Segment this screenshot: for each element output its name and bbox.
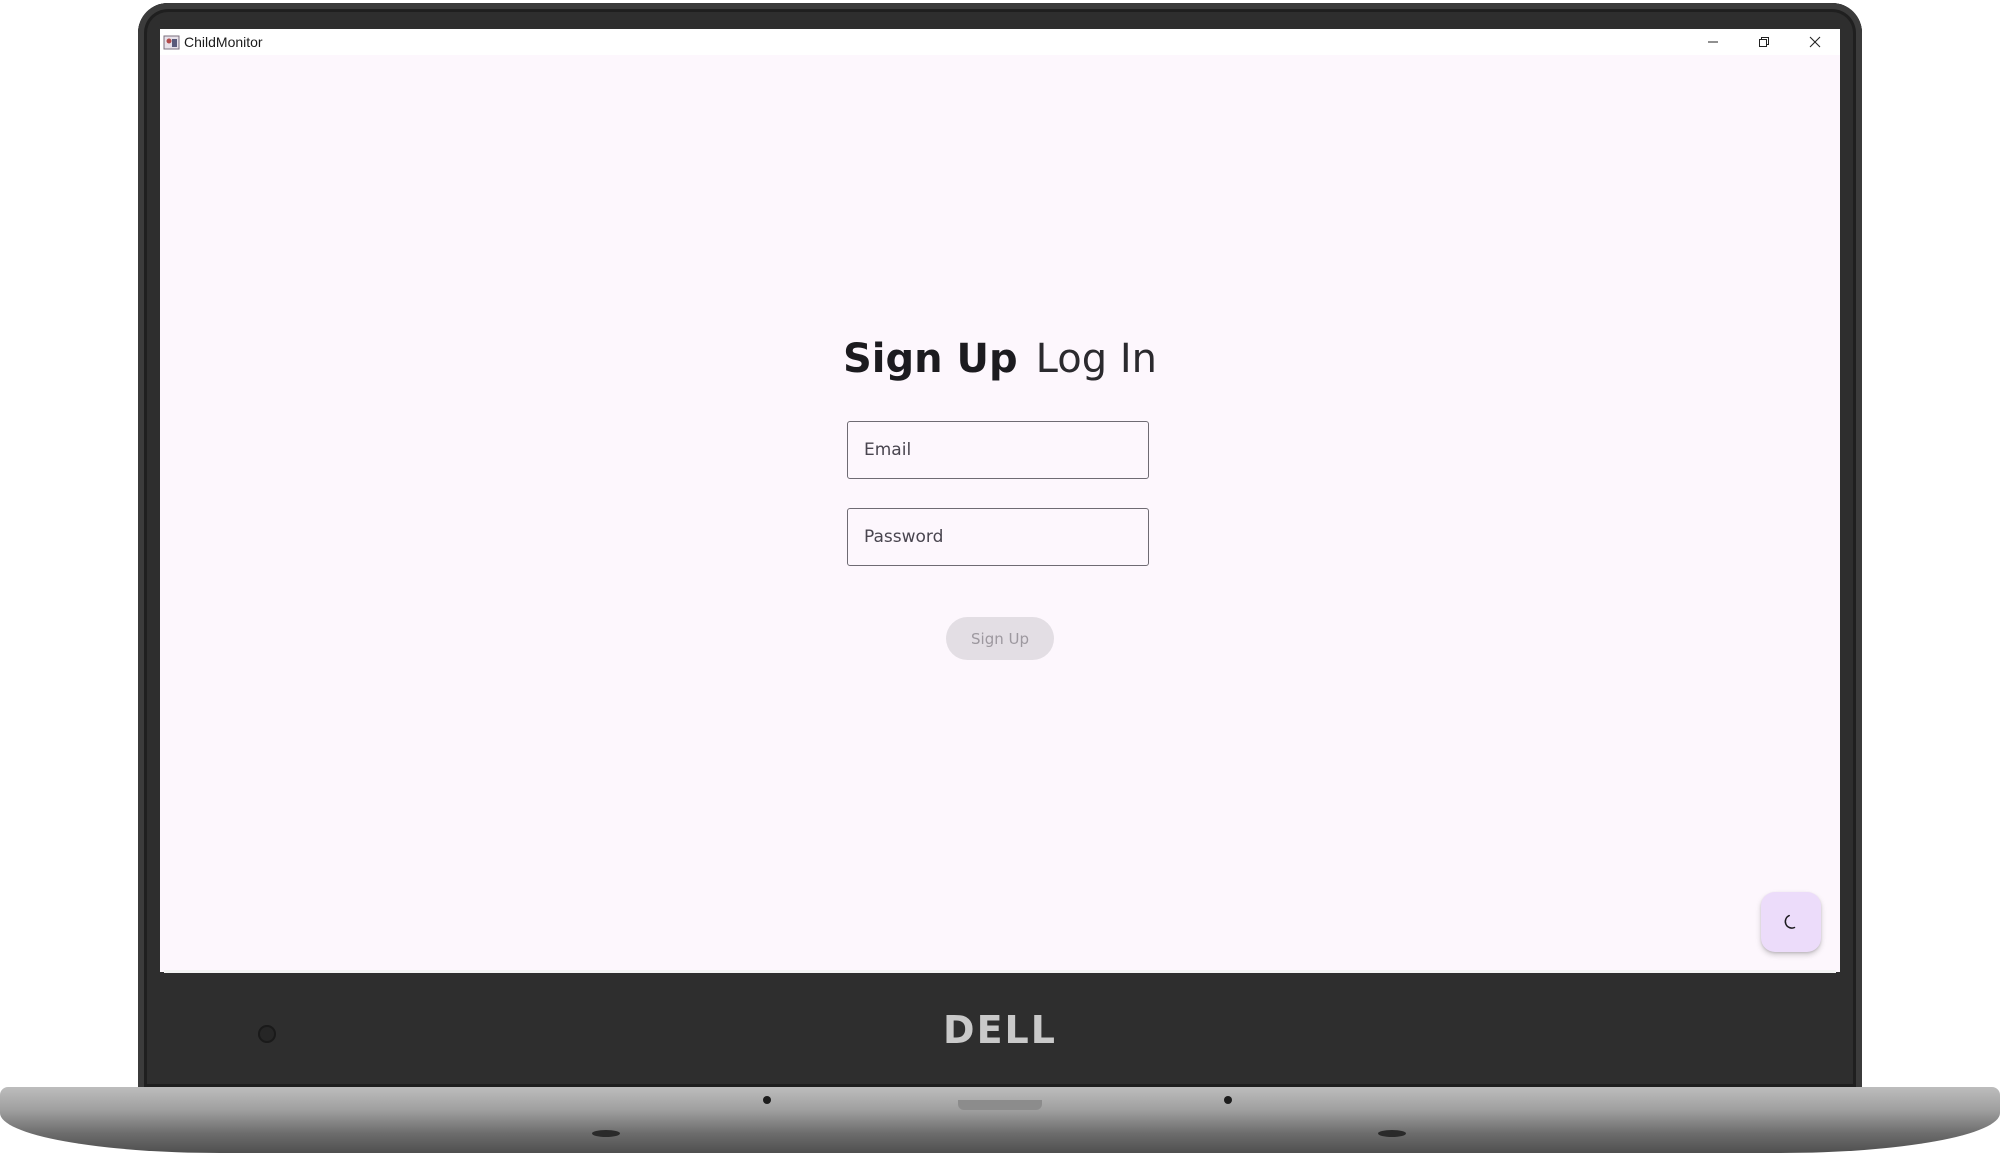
window-controls	[1687, 29, 1840, 55]
laptop-foot	[1378, 1130, 1406, 1137]
laptop-foot	[592, 1130, 620, 1137]
app-window: ChildMonitor Sign Up Log In Email Sign U…	[160, 29, 1840, 972]
hinge-notch	[958, 1100, 1042, 1110]
window-title: ChildMonitor	[184, 34, 263, 50]
title-bar: ChildMonitor	[160, 29, 1840, 55]
sign-up-button[interactable]: Sign Up	[946, 617, 1054, 660]
hinge-pin	[763, 1096, 771, 1104]
close-button[interactable]	[1789, 29, 1840, 55]
tab-sign-up[interactable]: Sign Up	[843, 336, 1018, 382]
webcam-icon	[258, 1025, 276, 1043]
app-logo-icon	[163, 35, 180, 49]
screen-bezel-edge	[164, 970, 1836, 973]
email-field[interactable]	[847, 421, 1149, 479]
minimize-icon	[1707, 41, 1718, 43]
restore-button[interactable]	[1738, 29, 1789, 55]
laptop-base	[0, 1087, 2000, 1153]
auth-tabs: Sign Up Log In	[160, 336, 1840, 382]
close-icon	[1809, 36, 1820, 48]
minimize-button[interactable]	[1687, 29, 1738, 55]
theme-toggle-button[interactable]	[1761, 892, 1821, 952]
moon-icon	[1784, 914, 1796, 929]
password-field[interactable]	[847, 508, 1149, 566]
restore-icon	[1758, 37, 1769, 47]
hinge-pin	[1224, 1096, 1232, 1104]
brand-logo: DELL	[943, 1008, 1057, 1052]
tab-log-in[interactable]: Log In	[1036, 336, 1157, 382]
